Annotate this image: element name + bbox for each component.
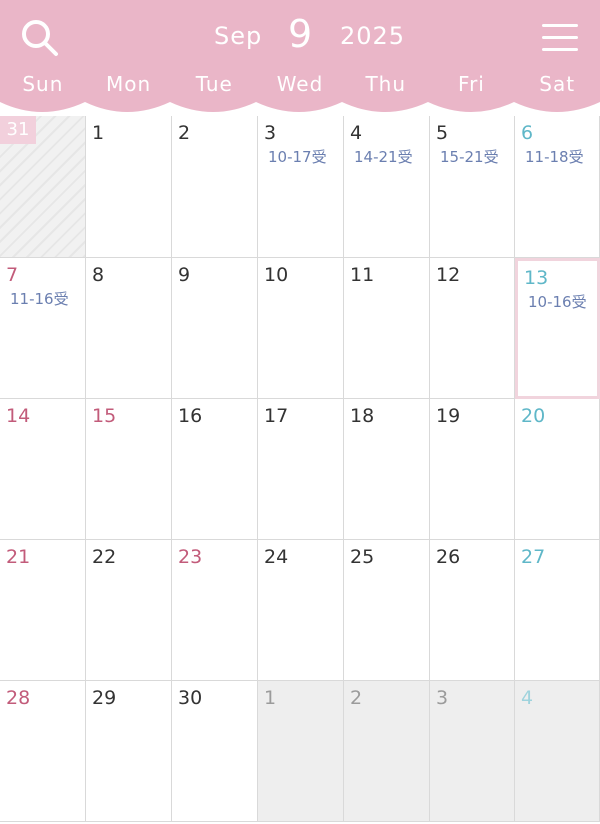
day-cell[interactable]: 20	[515, 399, 600, 540]
day-number: 20	[521, 405, 546, 427]
previous-month-day-number: 31	[0, 116, 36, 144]
day-number: 13	[524, 267, 549, 289]
day-cell[interactable]: 2	[344, 681, 430, 822]
day-cell[interactable]: 22	[86, 540, 172, 681]
day-number: 18	[350, 405, 375, 427]
day-number: 14	[6, 405, 31, 427]
day-cell[interactable]: 2	[172, 116, 258, 258]
day-number: 11	[350, 264, 375, 286]
day-number: 8	[92, 264, 105, 286]
day-cell[interactable]: 1	[86, 116, 172, 258]
day-number: 30	[178, 687, 203, 709]
day-cell[interactable]: 3 10-17受	[258, 116, 344, 258]
day-number: 2	[350, 687, 363, 709]
day-cell[interactable]: 18	[344, 399, 430, 540]
day-number: 4	[350, 122, 363, 144]
day-number: 19	[436, 405, 461, 427]
day-number: 7	[6, 264, 19, 286]
day-number: 3	[436, 687, 449, 709]
day-number: 25	[350, 546, 375, 568]
day-cell[interactable]: 11	[344, 258, 430, 399]
day-note: 15-21受	[440, 148, 499, 166]
year-label: 2025	[340, 22, 406, 50]
day-cell[interactable]: 1	[258, 681, 344, 822]
calendar-grid: 31 1 2 3 10-17受 4 14-21受 5 15-21受 6 11-18受 7 11-16受 8…	[0, 116, 600, 822]
day-cell[interactable]: 19	[430, 399, 515, 540]
day-cell[interactable]: 9	[172, 258, 258, 399]
day-cell[interactable]: 5 15-21受	[430, 116, 515, 258]
day-cell[interactable]: 8	[86, 258, 172, 399]
hamburger-menu-icon[interactable]	[542, 24, 578, 52]
day-number: 16	[178, 405, 203, 427]
day-number: 15	[92, 405, 117, 427]
day-number: 22	[92, 546, 117, 568]
day-cell[interactable]: 24	[258, 540, 344, 681]
day-note: 10-16受	[528, 293, 587, 311]
day-number: 1	[264, 687, 277, 709]
day-cell[interactable]: 26	[430, 540, 515, 681]
day-number: 5	[436, 122, 449, 144]
day-cell[interactable]: 29	[86, 681, 172, 822]
day-cell[interactable]: 13 10-16受	[515, 258, 600, 399]
day-note: 14-21受	[354, 148, 413, 166]
day-number: 2	[178, 122, 191, 144]
day-number: 29	[92, 687, 117, 709]
day-cell[interactable]: 7 11-16受	[0, 258, 86, 399]
day-number: 6	[521, 122, 534, 144]
day-note: 11-16受	[10, 290, 69, 308]
day-number: 9	[178, 264, 191, 286]
day-number: 27	[521, 546, 546, 568]
day-cell[interactable]: 16	[172, 399, 258, 540]
day-cell[interactable]: 25	[344, 540, 430, 681]
day-number: 26	[436, 546, 461, 568]
day-cell[interactable]: 28	[0, 681, 86, 822]
day-cell[interactable]: 14	[0, 399, 86, 540]
day-cell[interactable]: 6 11-18受	[515, 116, 600, 258]
day-number: 23	[178, 546, 203, 568]
day-cell[interactable]: 15	[86, 399, 172, 540]
month-number: 9	[288, 12, 314, 56]
month-abbreviation: Sep	[214, 22, 263, 50]
day-number: 28	[6, 687, 31, 709]
day-cell[interactable]: 4	[515, 681, 600, 822]
day-cell[interactable]: 27	[515, 540, 600, 681]
day-cell[interactable]: 3	[430, 681, 515, 822]
day-number: 3	[264, 122, 277, 144]
day-cell[interactable]: 30	[172, 681, 258, 822]
day-cell[interactable]: 10	[258, 258, 344, 399]
day-number: 24	[264, 546, 289, 568]
day-cell[interactable]: 17	[258, 399, 344, 540]
day-number: 12	[436, 264, 461, 286]
day-note: 11-18受	[525, 148, 584, 166]
day-number: 17	[264, 405, 289, 427]
day-cell[interactable]: 21	[0, 540, 86, 681]
day-cell[interactable]: 12	[430, 258, 515, 399]
day-number: 21	[6, 546, 31, 568]
day-number: 1	[92, 122, 105, 144]
search-icon[interactable]	[20, 18, 60, 58]
day-cell[interactable]: 31	[0, 116, 86, 258]
day-cell[interactable]: 23	[172, 540, 258, 681]
calendar-header: Sep 9 2025 Sun Mon Tue Wed Thu Fri Sat	[0, 0, 600, 102]
day-cell[interactable]: 4 14-21受	[344, 116, 430, 258]
day-note: 10-17受	[268, 148, 327, 166]
day-number: 4	[521, 687, 534, 709]
day-number: 10	[264, 264, 289, 286]
